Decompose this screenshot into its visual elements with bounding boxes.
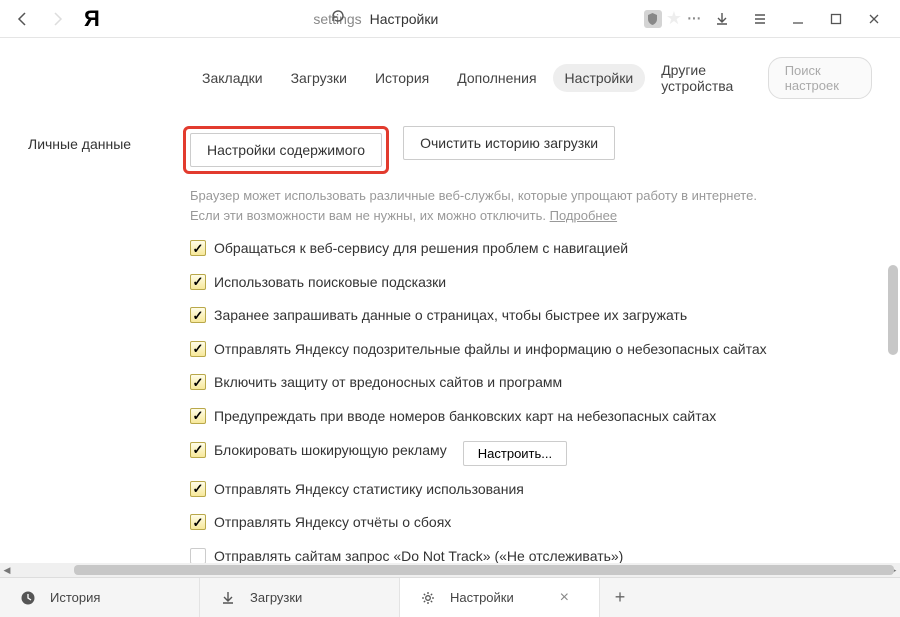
checkbox[interactable] [190, 481, 206, 497]
checkbox-row: Использовать поисковые подсказки [190, 273, 872, 293]
close-window-button[interactable] [856, 4, 892, 34]
checkbox[interactable] [190, 408, 206, 424]
checkbox-row: Включить защиту от вредоносных сайтов и … [190, 373, 872, 393]
nav-other-devices[interactable]: Другие устройства [649, 56, 763, 100]
new-tab-button[interactable]: + [600, 578, 640, 617]
horizontal-scroll-thumb[interactable] [74, 565, 894, 575]
checkbox-list: Обращаться к веб-сервису для решения про… [190, 239, 872, 566]
vertical-scrollbar[interactable] [886, 40, 898, 570]
tab-label: История [50, 590, 100, 605]
tab-settings[interactable]: Настройки × [400, 578, 600, 617]
highlighted-box: Настройки содержимого [183, 126, 389, 174]
checkbox-label: Отправлять Яндексу статистику использова… [214, 480, 524, 500]
scroll-left-arrow[interactable]: ◀ [0, 563, 14, 577]
settings-search-input[interactable]: Поиск настроек [768, 57, 872, 99]
section-title: Личные данные [28, 126, 190, 566]
checkbox-row: Отправлять Яндексу статистику использова… [190, 480, 872, 500]
nav-downloads[interactable]: Загрузки [279, 64, 359, 92]
settings-nav: Закладки Загрузки История Дополнения Нас… [0, 38, 900, 112]
checkbox-label: Предупреждать при вводе номеров банковск… [214, 407, 716, 427]
shield-icon[interactable] [644, 10, 662, 28]
checkbox[interactable] [190, 514, 206, 530]
checkbox-row: Блокировать шокирующую рекламу Настроить.… [190, 441, 872, 466]
close-tab-icon[interactable]: × [560, 589, 569, 607]
address-bar[interactable]: settings Настройки [112, 11, 640, 27]
checkbox-label: Обращаться к веб-сервису для решения про… [214, 239, 628, 259]
content-settings-button[interactable]: Настройки содержимого [190, 133, 382, 167]
checkbox-label: Включить защиту от вредоносных сайтов и … [214, 373, 562, 393]
settings-content: Личные данные Настройки содержимого Очис… [0, 112, 900, 566]
tab-label: Настройки [450, 590, 514, 605]
hint-line-2: Если эти возможности вам не нужны, их мо… [190, 208, 550, 223]
checkbox-label: Заранее запрашивать данные о страницах, … [214, 306, 687, 326]
yandex-logo[interactable]: Я [76, 6, 108, 32]
tab-label: Загрузки [250, 590, 302, 605]
back-button[interactable] [8, 4, 38, 34]
checkbox[interactable] [190, 374, 206, 390]
checkbox[interactable] [190, 548, 206, 564]
checkbox[interactable] [190, 442, 206, 458]
checkbox[interactable] [190, 274, 206, 290]
hint-line-1: Браузер может использовать различные веб… [190, 188, 757, 203]
vertical-scroll-thumb[interactable] [888, 265, 898, 355]
tab-history[interactable]: История [0, 578, 200, 617]
gear-icon [420, 590, 436, 606]
download-icon [220, 590, 236, 606]
browser-chrome-bar: Я settings Настройки ★ ··· [0, 0, 900, 38]
checkbox-label: Использовать поисковые подсказки [214, 273, 446, 293]
clock-icon [20, 590, 36, 606]
checkbox-row: Отправлять Яндексу подозрительные файлы … [190, 340, 872, 360]
nav-extensions[interactable]: Дополнения [445, 64, 548, 92]
address-title: Настройки [370, 11, 439, 27]
configure-button[interactable]: Настроить... [463, 441, 567, 466]
checkbox-label: Блокировать шокирующую рекламу [214, 441, 447, 461]
reload-icon[interactable] [330, 8, 346, 29]
nav-history[interactable]: История [363, 64, 441, 92]
horizontal-scrollbar[interactable]: ◀ ▶ [0, 563, 900, 577]
nav-settings[interactable]: Настройки [553, 64, 646, 92]
menu-icon[interactable] [742, 4, 778, 34]
minimize-button[interactable] [780, 4, 816, 34]
tab-bar: История Загрузки Настройки × + [0, 577, 900, 617]
checkbox[interactable] [190, 307, 206, 323]
checkbox-row: Предупреждать при вводе номеров банковск… [190, 407, 872, 427]
hint-text: Браузер может использовать различные веб… [190, 186, 872, 225]
checkbox-label: Отправлять Яндексу подозрительные файлы … [214, 340, 767, 360]
checkbox[interactable] [190, 240, 206, 256]
forward-button[interactable] [42, 4, 72, 34]
nav-bookmarks[interactable]: Закладки [190, 64, 275, 92]
maximize-button[interactable] [818, 4, 854, 34]
more-icon[interactable]: ··· [686, 7, 700, 30]
downloads-icon[interactable] [704, 4, 740, 34]
checkbox-label: Отправлять Яндексу отчёты о сбоях [214, 513, 451, 533]
checkbox-row: Обращаться к веб-сервису для решения про… [190, 239, 872, 259]
checkbox-row: Отправлять Яндексу отчёты о сбоях [190, 513, 872, 533]
learn-more-link[interactable]: Подробнее [550, 208, 617, 223]
checkbox-row: Заранее запрашивать данные о страницах, … [190, 306, 872, 326]
clear-history-button[interactable]: Очистить историю загрузки [403, 126, 615, 160]
checkbox[interactable] [190, 341, 206, 357]
tab-downloads[interactable]: Загрузки [200, 578, 400, 617]
bookmark-star-icon[interactable]: ★ [666, 8, 682, 29]
